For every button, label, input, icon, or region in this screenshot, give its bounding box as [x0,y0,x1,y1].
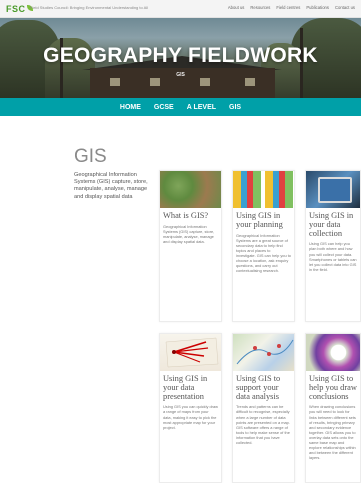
org-tagline: Field Studies Council: Bringing Environm… [30,5,149,10]
card-thumbnail [160,334,221,371]
nav-item-gcse[interactable]: GCSE [154,104,174,111]
card-text: Trends and patterns can be difficult to … [236,404,290,446]
card-thumbnail [233,334,294,371]
top-link-field-centres[interactable]: Field centres [276,5,300,10]
card-text: When drawing conclusions you will need t… [309,404,356,461]
card-text: Geographical Information Systems (GIS) c… [163,223,215,245]
card-gis-data-presentation[interactable]: Using GIS in your data presentation Usin… [159,333,222,483]
nav-item-gis[interactable]: GIS [229,104,241,111]
card-gis-conclusions[interactable]: Using GIS to help you draw conclusions W… [305,333,361,483]
logo-text: FSC [6,4,26,14]
card-title: Using GIS in your planning [236,211,283,229]
nav-item-home[interactable]: HOME [120,104,141,111]
card-title: Using GIS to help you draw conclusions [309,374,357,401]
nav-item-a-level[interactable]: A LEVEL [187,104,216,111]
card-title: Using GIS in your data presentation [163,374,208,401]
hero-window [245,78,255,86]
card-gis-planning[interactable]: Using GIS in your planning Geographical … [232,170,295,322]
hero-window [110,78,120,86]
top-link-resources[interactable]: Resources [250,5,270,10]
intro-text: Geographical Information Systems (GIS) c… [74,172,148,200]
hero-subtitle: GIS [176,72,185,78]
card-thumbnail [306,334,360,371]
hero-window [200,78,210,86]
top-links: About us Resources Field centres Publica… [228,5,355,10]
hero-window [150,78,160,86]
card-thumbnail [306,171,360,208]
card-title: Using GIS in your data collection [309,211,354,238]
top-link-contact[interactable]: Contact us [335,5,355,10]
card-text: Using GIS you can quickly draw a range o… [163,404,218,430]
card-thumbnail [233,171,294,208]
tablet-icon [318,177,352,203]
card-title: Using GIS to support your data analysis [236,374,281,401]
card-text: Using GIS can help you plan both where a… [309,241,357,272]
main-nav: HOME GCSE A LEVEL GIS [0,98,361,116]
card-gis-data-collection[interactable]: Using GIS in your data collection Using … [305,170,361,322]
top-bar: FSC Field Studies Council: Bringing Envi… [0,0,361,18]
map-arrows-icon [165,337,219,368]
card-thumbnail [160,171,221,208]
analysis-map-icon [236,339,294,365]
top-link-publications[interactable]: Publications [306,5,329,10]
hero-title: GEOGRAPHY FIELDWORK [43,44,318,67]
card-title: What is GIS? [163,211,209,220]
card-gis-data-analysis[interactable]: Using GIS to support your data analysis … [232,333,295,483]
card-what-is-gis[interactable]: What is GIS? Geographical Information Sy… [159,170,222,322]
card-text: Geographical Information Systems are a g… [236,232,291,274]
hero-banner: GEOGRAPHY FIELDWORK GIS [0,18,361,98]
page-title: GIS [74,146,107,167]
fsc-logo[interactable]: FSC [6,4,33,14]
top-link-about[interactable]: About us [228,5,245,10]
